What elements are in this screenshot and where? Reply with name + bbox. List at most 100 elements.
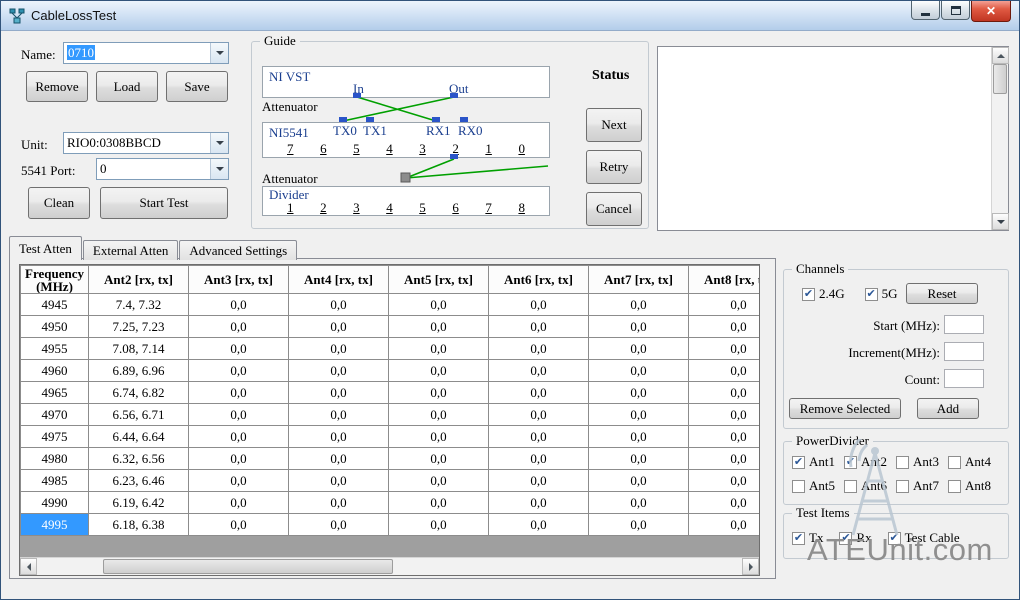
- scroll-track[interactable]: [37, 558, 742, 575]
- atten-cell[interactable]: 0,0: [489, 294, 589, 316]
- atten-cell[interactable]: 0,0: [189, 382, 289, 404]
- atten-cell[interactable]: 0,0: [689, 294, 760, 316]
- atten-cell[interactable]: 0,0: [189, 448, 289, 470]
- scroll-left-button[interactable]: [20, 558, 37, 575]
- atten-cell[interactable]: 7.25, 7.23: [89, 316, 189, 338]
- atten-cell[interactable]: 0,0: [389, 294, 489, 316]
- atten-cell[interactable]: 0,0: [289, 382, 389, 404]
- frequency-cell[interactable]: 4945: [21, 294, 89, 316]
- frequency-cell[interactable]: 4965: [21, 382, 89, 404]
- atten-cell[interactable]: 0,0: [289, 316, 389, 338]
- atten-cell[interactable]: 0,0: [189, 514, 289, 536]
- log-vertical-scrollbar[interactable]: [991, 47, 1008, 230]
- frequency-cell[interactable]: 4995: [21, 514, 89, 536]
- atten-cell[interactable]: 7.4, 7.32: [89, 294, 189, 316]
- frequency-cell[interactable]: 4975: [21, 426, 89, 448]
- table-row[interactable]: 49756.44, 6.640,00,00,00,00,00,0: [21, 426, 760, 448]
- atten-cell[interactable]: 6.44, 6.64: [89, 426, 189, 448]
- atten-cell[interactable]: 0,0: [489, 514, 589, 536]
- title-bar[interactable]: CableLossTest ✕: [1, 1, 1019, 31]
- clean-button[interactable]: Clean: [28, 187, 90, 219]
- atten-cell[interactable]: 0,0: [689, 470, 760, 492]
- atten-cell[interactable]: 0,0: [389, 426, 489, 448]
- column-header[interactable]: Ant8 [rx, tx]: [689, 266, 760, 294]
- atten-cell[interactable]: 0,0: [689, 360, 760, 382]
- scroll-track[interactable]: [992, 64, 1008, 213]
- checkbox-ant6[interactable]: Ant6: [844, 478, 896, 494]
- atten-cell[interactable]: 6.56, 6.71: [89, 404, 189, 426]
- atten-cell[interactable]: 0,0: [389, 338, 489, 360]
- tab-test-atten[interactable]: Test Atten: [9, 236, 82, 260]
- increment-mhz-input[interactable]: [944, 342, 984, 361]
- atten-cell[interactable]: 0,0: [489, 360, 589, 382]
- atten-cell[interactable]: 0,0: [189, 338, 289, 360]
- atten-cell[interactable]: 0,0: [289, 338, 389, 360]
- save-button[interactable]: Save: [166, 71, 228, 102]
- atten-cell[interactable]: 0,0: [589, 426, 689, 448]
- atten-cell[interactable]: 0,0: [389, 360, 489, 382]
- atten-cell[interactable]: 0,0: [489, 492, 589, 514]
- maximize-button[interactable]: [941, 1, 970, 20]
- frequency-cell[interactable]: 4980: [21, 448, 89, 470]
- table-row[interactable]: 49956.18, 6.380,00,00,00,00,00,0: [21, 514, 760, 536]
- checkbox-2-4g[interactable]: ✔2.4G: [802, 286, 845, 302]
- checkbox-tx[interactable]: ✔Tx: [792, 530, 823, 546]
- checkbox-ant1[interactable]: ✔Ant1: [792, 454, 844, 470]
- frequency-cell[interactable]: 4970: [21, 404, 89, 426]
- atten-cell[interactable]: 0,0: [589, 470, 689, 492]
- atten-cell[interactable]: 0,0: [389, 470, 489, 492]
- frequency-cell[interactable]: 4990: [21, 492, 89, 514]
- atten-cell[interactable]: 0,0: [589, 316, 689, 338]
- column-header[interactable]: Ant5 [rx, tx]: [389, 266, 489, 294]
- atten-cell[interactable]: 0,0: [189, 492, 289, 514]
- table-row[interactable]: 49606.89, 6.960,00,00,00,00,00,0: [21, 360, 760, 382]
- atten-cell[interactable]: 0,0: [489, 316, 589, 338]
- table-row[interactable]: 49706.56, 6.710,00,00,00,00,00,0: [21, 404, 760, 426]
- atten-cell[interactable]: 0,0: [489, 404, 589, 426]
- cancel-button[interactable]: Cancel: [586, 192, 642, 226]
- table-horizontal-scrollbar[interactable]: [20, 557, 759, 575]
- atten-cell[interactable]: 0,0: [289, 448, 389, 470]
- checkbox-ant4[interactable]: Ant4: [948, 454, 1000, 470]
- checkbox-ant8[interactable]: Ant8: [948, 478, 1000, 494]
- frequency-cell[interactable]: 4950: [21, 316, 89, 338]
- atten-cell[interactable]: 0,0: [489, 382, 589, 404]
- checkbox-ant5[interactable]: Ant5: [792, 478, 844, 494]
- port-combobox-arrow[interactable]: [210, 159, 228, 179]
- atten-cell[interactable]: 6.89, 6.96: [89, 360, 189, 382]
- atten-cell[interactable]: 0,0: [389, 514, 489, 536]
- atten-cell[interactable]: 0,0: [689, 492, 760, 514]
- atten-cell[interactable]: 0,0: [689, 338, 760, 360]
- start-test-button[interactable]: Start Test: [100, 187, 228, 219]
- atten-cell[interactable]: 0,0: [189, 426, 289, 448]
- atten-cell[interactable]: 0,0: [589, 514, 689, 536]
- frequency-cell[interactable]: 4955: [21, 338, 89, 360]
- atten-cell[interactable]: 0,0: [289, 514, 389, 536]
- atten-cell[interactable]: 0,0: [589, 492, 689, 514]
- add-button[interactable]: Add: [917, 398, 979, 419]
- minimize-button[interactable]: [911, 1, 940, 20]
- checkbox-5g[interactable]: ✔5G: [865, 286, 898, 302]
- close-button[interactable]: ✕: [971, 1, 1011, 22]
- unit-combobox[interactable]: RIO0:0308BBCD: [63, 132, 229, 154]
- atten-cell[interactable]: 0,0: [189, 404, 289, 426]
- remove-selected-button[interactable]: Remove Selected: [789, 398, 901, 419]
- atten-cell[interactable]: 0,0: [589, 360, 689, 382]
- atten-cell[interactable]: 6.18, 6.38: [89, 514, 189, 536]
- column-header[interactable]: Ant6 [rx, tx]: [489, 266, 589, 294]
- atten-cell[interactable]: 6.23, 6.46: [89, 470, 189, 492]
- table-row[interactable]: 49557.08, 7.140,00,00,00,00,00,0: [21, 338, 760, 360]
- frequency-cell[interactable]: 4985: [21, 470, 89, 492]
- table-row[interactable]: 49507.25, 7.230,00,00,00,00,00,0: [21, 316, 760, 338]
- checkbox-ant2[interactable]: ✔Ant2: [844, 454, 896, 470]
- scroll-down-button[interactable]: [992, 213, 1009, 230]
- atten-cell[interactable]: 0,0: [689, 382, 760, 404]
- checkbox-test-cable[interactable]: ✔Test Cable: [888, 530, 960, 546]
- atten-cell[interactable]: 7.08, 7.14: [89, 338, 189, 360]
- checkbox-rx[interactable]: ✔Rx: [839, 530, 871, 546]
- atten-cell[interactable]: 6.19, 6.42: [89, 492, 189, 514]
- atten-cell[interactable]: 0,0: [489, 338, 589, 360]
- next-button[interactable]: Next: [586, 108, 642, 142]
- atten-cell[interactable]: 0,0: [589, 404, 689, 426]
- atten-cell[interactable]: 0,0: [189, 470, 289, 492]
